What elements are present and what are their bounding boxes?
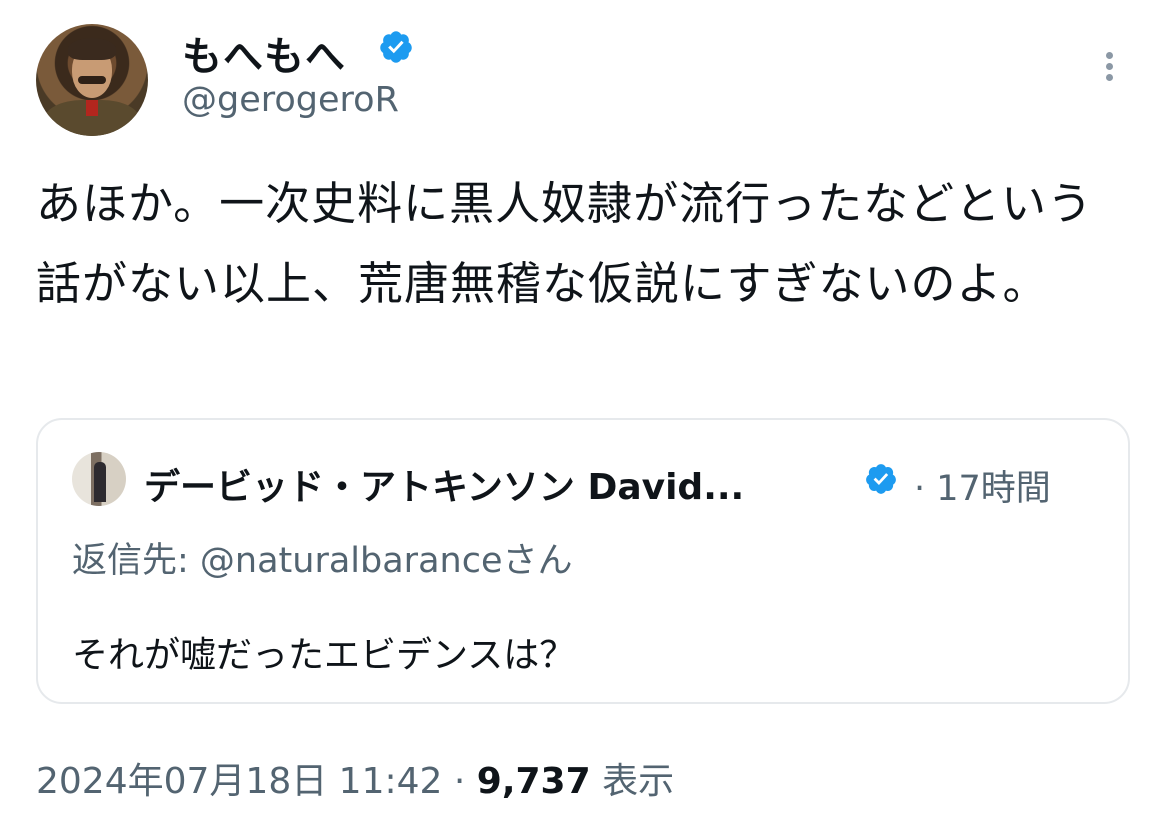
tweet-datetime[interactable]: 2024年07月18日 11:42 · — [36, 761, 477, 802]
tweet-meta: 2024年07月18日 11:42 · 9,737 表示 — [36, 752, 674, 804]
views-label: 表示 — [602, 761, 675, 802]
quoted-tweet-card[interactable]: デービッド・アトキンソン David... · 17時間 返信先: @natur… — [36, 418, 1130, 704]
handle[interactable]: @gerogeroR — [182, 80, 399, 120]
views-count: 9,737 — [476, 761, 591, 802]
reply-to-line: 返信先: @naturalbaranceさん — [72, 541, 573, 581]
more-options-icon[interactable] — [1098, 48, 1120, 88]
quoted-tweet-text: それが嘘だったエビデンスは？ — [72, 635, 576, 676]
quoted-timestamp[interactable]: · 17時間 — [914, 460, 1051, 511]
quoted-display-name[interactable]: デービッド・アトキンソン David... — [144, 458, 744, 510]
tweet-text: あほか。一次史料に黒人奴隷が流行ったなどという話がない以上、荒唐無稽な仮説にすぎ… — [36, 177, 1094, 310]
quoted-author-avatar[interactable] — [72, 452, 126, 506]
verified-badge-icon — [380, 31, 412, 63]
display-name[interactable]: もへもへ — [182, 24, 346, 82]
verified-badge-icon — [866, 464, 896, 494]
author-avatar[interactable] — [36, 24, 148, 136]
